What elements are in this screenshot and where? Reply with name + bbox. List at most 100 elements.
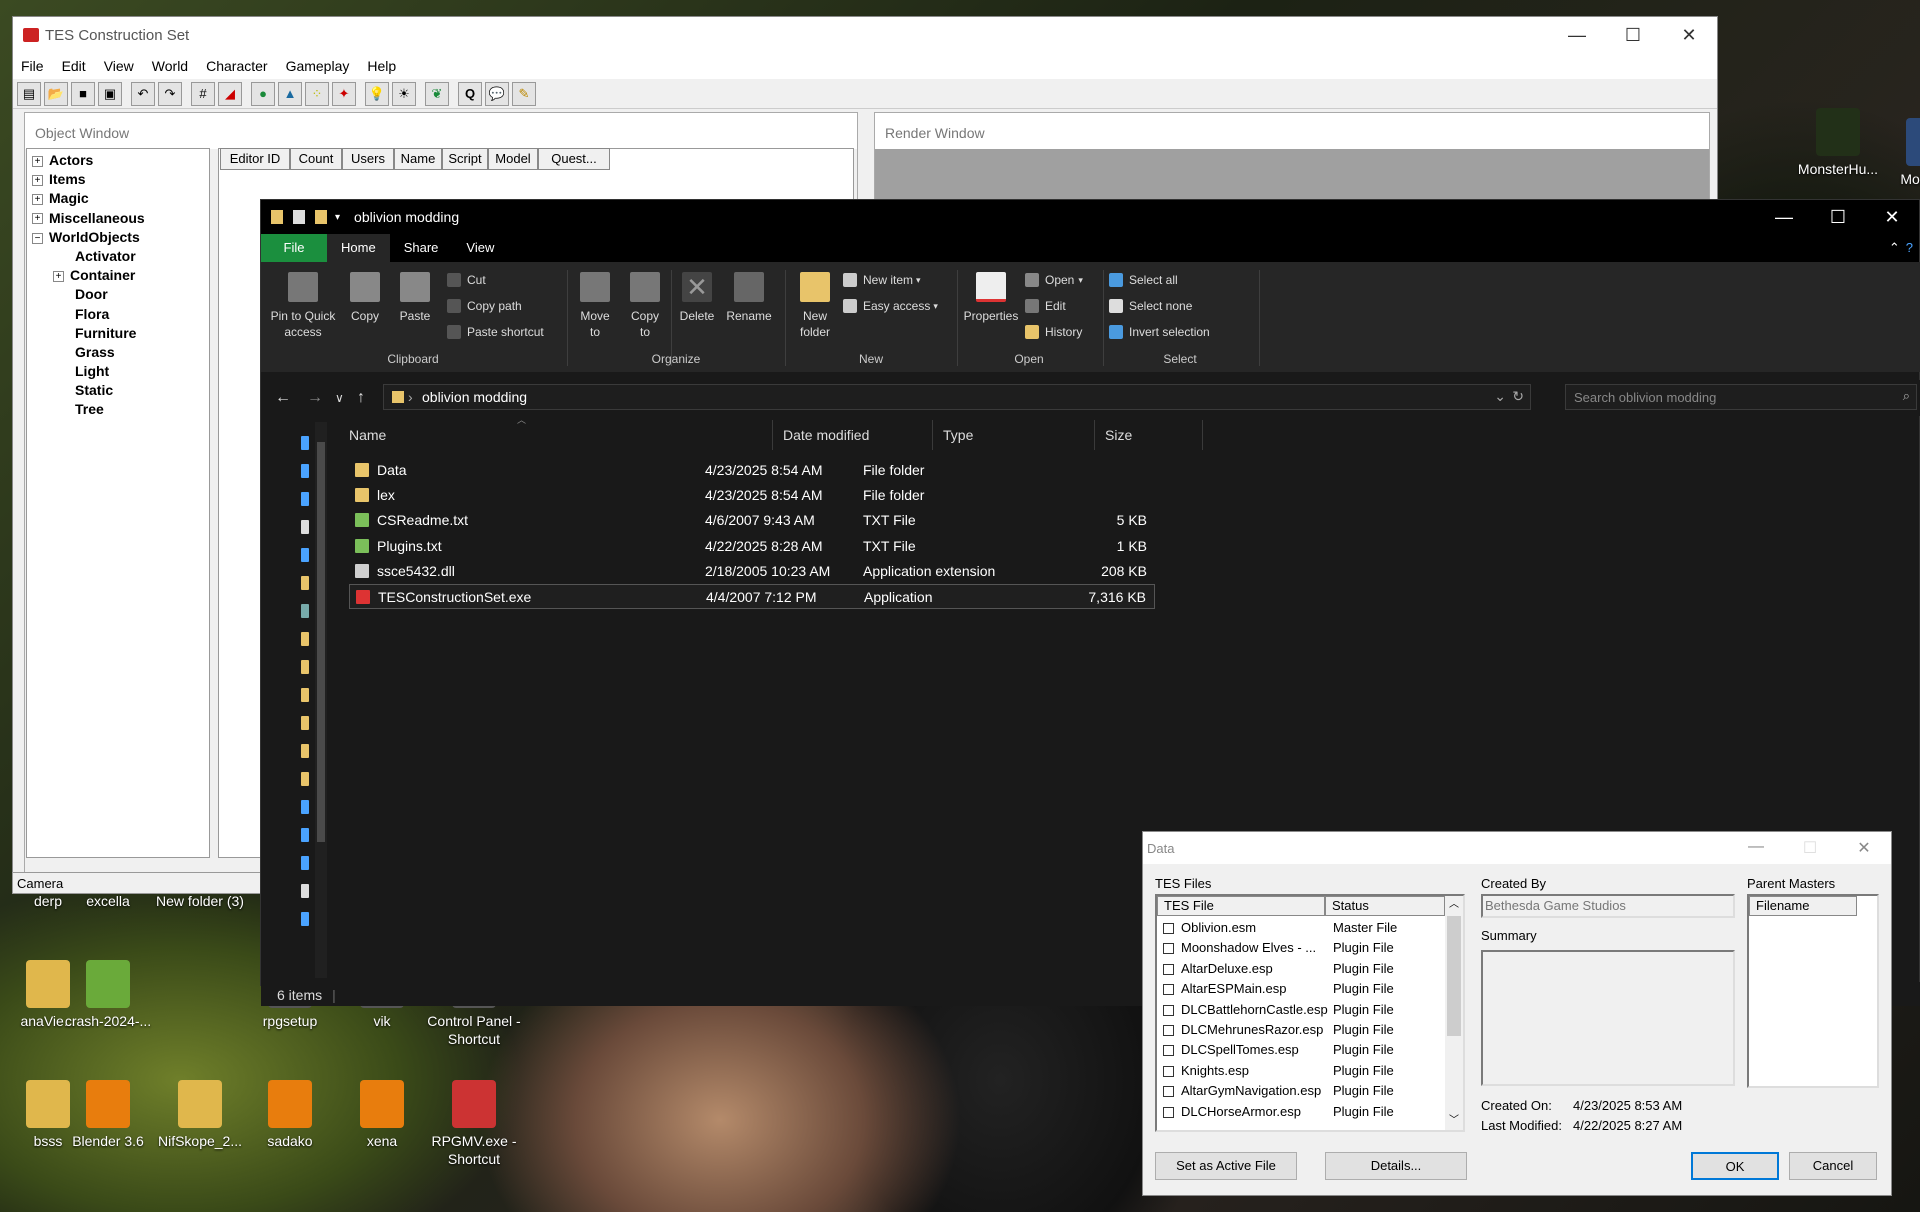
leaf-icon[interactable]: ❦ <box>425 81 449 106</box>
edit-button[interactable]: Edit <box>1025 296 1066 316</box>
sky-icon[interactable]: ☀ <box>392 81 416 106</box>
checkbox[interactable] <box>1163 984 1174 996</box>
nav-pane-item-icon[interactable] <box>301 688 309 702</box>
tes-file-row[interactable]: DLCMehrunesRazor.esp Plugin File <box>1159 1020 1445 1040</box>
pin-to-quick-access-button[interactable]: Pin to Quick access <box>267 268 339 340</box>
paste-shortcut-button[interactable]: Paste shortcut <box>447 322 544 342</box>
easy-access-button[interactable]: Easy access ▾ <box>843 296 938 316</box>
column-header[interactable]: Count <box>290 148 342 170</box>
column-header-filename[interactable]: Filename <box>1749 896 1857 916</box>
scrollbar-thumb[interactable] <box>317 442 325 842</box>
checkbox[interactable] <box>1163 1025 1174 1036</box>
desktop-icon[interactable]: crash-2024-... <box>60 960 156 1030</box>
help-icon[interactable]: ? <box>1906 234 1919 262</box>
nav-pane-item-icon[interactable] <box>301 828 309 842</box>
menu-item[interactable]: View <box>104 58 134 74</box>
world-icon[interactable]: ● <box>251 81 275 106</box>
tree-item[interactable]: + Actors <box>27 151 209 170</box>
undo-icon[interactable]: ↶ <box>131 81 155 106</box>
close-button[interactable]: ✕ <box>1837 838 1891 858</box>
nav-pane-scrollbar[interactable] <box>315 422 327 978</box>
scroll-up-icon[interactable]: ︿ <box>1445 896 1463 914</box>
tes-file-row[interactable]: AltarESPMain.esp Plugin File <box>1159 979 1445 999</box>
breadcrumb[interactable]: oblivion modding <box>422 389 527 405</box>
maximize-button[interactable]: ☐ <box>1811 207 1865 228</box>
tes-file-row[interactable]: DLCBattlehornCastle.esp Plugin File <box>1159 1000 1445 1020</box>
column-header-size[interactable]: Size <box>1095 420 1203 450</box>
redo-icon[interactable]: ↷ <box>158 81 182 106</box>
column-header[interactable]: Model <box>488 148 538 170</box>
search-box[interactable]: Search oblivion modding ⌕ <box>1565 384 1917 410</box>
close-button[interactable]: ✕ <box>1865 207 1919 228</box>
tes-file-row[interactable]: AltarGymNavigation.esp Plugin File <box>1159 1081 1445 1101</box>
desktop-icon[interactable]: sadako <box>242 1080 338 1150</box>
checkbox[interactable] <box>1163 943 1174 955</box>
column-header[interactable]: Script <box>442 148 488 170</box>
expand-icon[interactable]: + <box>32 174 43 186</box>
nav-pane-item-icon[interactable] <box>301 436 309 450</box>
tree-item[interactable]: + Magic <box>27 189 209 208</box>
checkbox[interactable] <box>1163 923 1174 934</box>
tes-file-row[interactable]: AltarDeluxe.esp Plugin File <box>1159 959 1445 979</box>
checkbox[interactable] <box>1163 1086 1174 1098</box>
file-row[interactable]: CSReadme.txt 4/6/2007 9:43 AM TXT File 5 KB <box>349 508 1155 533</box>
checkbox[interactable] <box>1163 1004 1174 1016</box>
column-header[interactable]: Editor ID <box>220 148 290 170</box>
menu-item[interactable]: File <box>21 58 44 74</box>
properties-qa-icon[interactable] <box>293 210 305 224</box>
desktop-icon[interactable]: RPGMV.exe - Shortcut <box>426 1080 522 1168</box>
script-edit-icon[interactable]: ✎ <box>512 81 536 106</box>
minimize-button[interactable]: — <box>1549 25 1605 46</box>
menu-item[interactable]: World <box>152 58 188 74</box>
column-header-date[interactable]: Date modified <box>773 420 933 450</box>
desktop-icon[interactable]: NifSkope_2... <box>152 1080 248 1150</box>
tes-file-row[interactable]: Moonshadow Elves - ... Plugin File <box>1159 938 1445 958</box>
copy-to-button[interactable]: Copy to <box>623 268 667 340</box>
collapse-icon[interactable]: − <box>32 232 43 244</box>
desktop-icon[interactable]: Mons Sh <box>1880 118 1920 188</box>
column-header-type[interactable]: Type <box>933 420 1095 450</box>
nav-pane-item-icon[interactable] <box>301 912 309 926</box>
details-button[interactable]: Details... <box>1325 1152 1467 1180</box>
move-to-button[interactable]: Move to <box>573 268 617 340</box>
open-icon[interactable]: 📂 <box>44 81 68 106</box>
preferences-icon[interactable]: ▣ <box>98 81 122 106</box>
tree-item[interactable]: Grass <box>27 343 209 362</box>
tree-item[interactable]: + Miscellaneous <box>27 209 209 228</box>
search-input[interactable]: Search oblivion modding <box>1574 390 1716 405</box>
column-header[interactable]: Users <box>342 148 394 170</box>
column-header[interactable]: Name <box>394 148 442 170</box>
forward-arrow-icon[interactable]: → <box>307 389 323 407</box>
nav-pane-item-icon[interactable] <box>301 800 309 814</box>
ok-button[interactable]: OK <box>1691 1152 1779 1180</box>
properties-button[interactable]: Properties <box>961 268 1021 324</box>
checkbox[interactable] <box>1163 1045 1174 1057</box>
markers-icon[interactable]: ✦ <box>332 81 356 106</box>
back-arrow-icon[interactable]: ← <box>275 389 291 407</box>
file-row[interactable]: Data 4/23/2025 8:54 AM File folder <box>349 458 1155 483</box>
nav-pane-item-icon[interactable] <box>301 576 309 590</box>
tab-view[interactable]: View <box>452 234 508 262</box>
cut-button[interactable]: Cut <box>447 270 486 290</box>
summary-field[interactable] <box>1481 950 1735 1086</box>
menu-item[interactable]: Character <box>206 58 267 74</box>
select-all-button[interactable]: Select all <box>1109 270 1178 290</box>
recent-locations-icon[interactable]: ∨ <box>335 391 344 405</box>
open-button[interactable]: Open ▾ <box>1025 270 1083 290</box>
landscape-icon[interactable]: ▲ <box>278 81 302 106</box>
created-by-field[interactable]: Bethesda Game Studios <box>1481 894 1735 918</box>
save-icon[interactable]: ■ <box>71 81 95 106</box>
close-button[interactable]: ✕ <box>1661 25 1717 46</box>
column-header-status[interactable]: Status <box>1325 896 1445 916</box>
list-scrollbar[interactable]: ︿ ﹀ <box>1445 896 1463 1130</box>
copy-button[interactable]: Copy <box>345 268 385 324</box>
desktop-icon[interactable]: xena <box>334 1080 430 1150</box>
tab-file[interactable]: File <box>261 234 327 262</box>
new-item-button[interactable]: New item ▾ <box>843 270 921 290</box>
tree-item[interactable]: Door <box>27 285 209 304</box>
scroll-down-icon[interactable]: ﹀ <box>1445 1112 1463 1130</box>
tree-item[interactable]: Tree <box>27 400 209 419</box>
column-header-tes-file[interactable]: TES File <box>1157 896 1325 916</box>
tree-item[interactable]: Light <box>27 362 209 381</box>
set-active-file-button[interactable]: Set as Active File <box>1155 1152 1297 1180</box>
